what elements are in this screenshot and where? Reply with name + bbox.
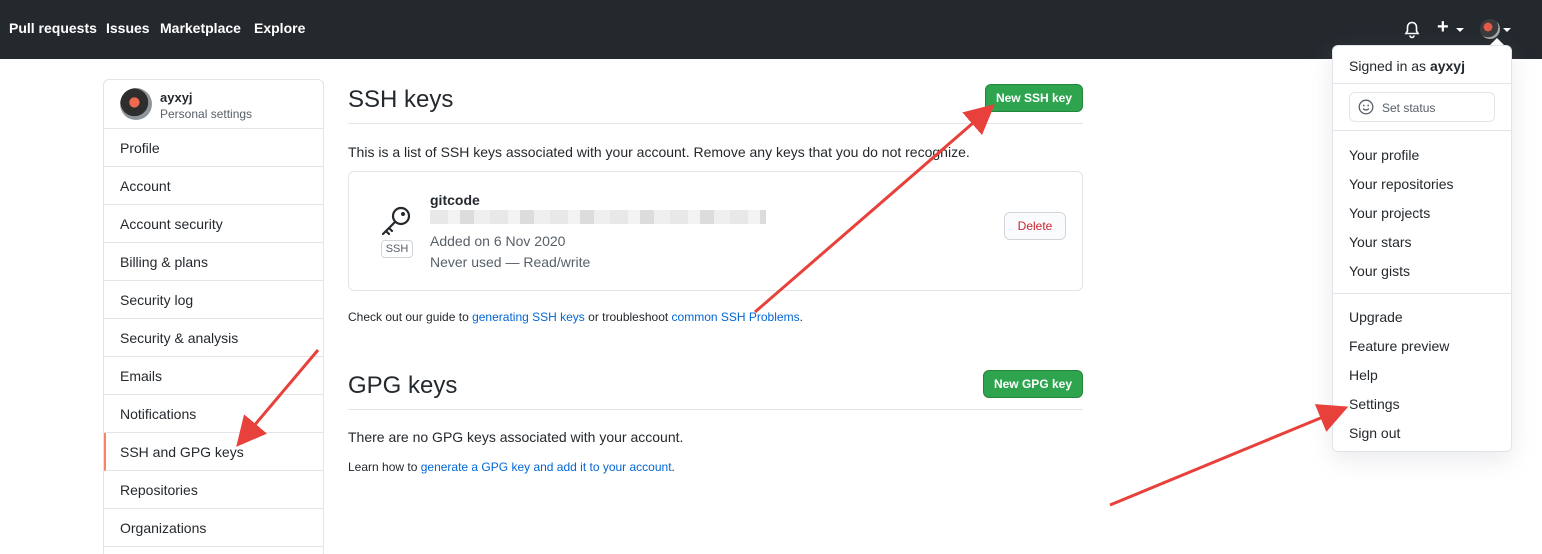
top-nav-bar: Pull requests Issues Marketplace Explore…: [0, 0, 1542, 59]
new-gpg-key-button[interactable]: New GPG key: [983, 370, 1083, 398]
guide-mid: or troubleshoot: [584, 310, 672, 324]
new-ssh-key-button[interactable]: New SSH key: [985, 84, 1083, 112]
divider: [1333, 130, 1511, 131]
sidebar-header: ayxyj Personal settings: [104, 80, 323, 129]
gpg-learn-text: Learn how to generate a GPG key and add …: [348, 460, 675, 474]
chevron-down-icon[interactable]: [1456, 28, 1464, 32]
learn-prefix: Learn how to: [348, 460, 421, 474]
menu-item-your-projects[interactable]: Your projects: [1349, 205, 1430, 221]
gpg-empty-text: There are no GPG keys associated with yo…: [348, 429, 684, 445]
sidebar-item-repositories[interactable]: Repositories: [104, 471, 323, 509]
settings-sidebar: ayxyj Personal settings Profile Account …: [103, 79, 324, 554]
sidebar-subtitle: Personal settings: [160, 107, 253, 121]
divider: [1333, 293, 1511, 294]
ssh-guide-text: Check out our guide to generating SSH ke…: [348, 310, 803, 324]
ssh-key-added: Added on 6 Nov 2020: [430, 233, 566, 249]
sidebar-item-emails[interactable]: Emails: [104, 357, 323, 395]
guide-suffix: .: [799, 310, 803, 324]
avatar[interactable]: [120, 88, 152, 120]
nav-issues[interactable]: Issues: [106, 20, 150, 36]
plus-icon[interactable]: +: [1437, 17, 1449, 37]
ssh-key-entry: [348, 171, 1083, 291]
sidebar-item-billing[interactable]: Billing & plans: [104, 243, 323, 281]
divider: [1333, 83, 1511, 84]
gpg-keys-heading: GPG keys: [348, 372, 458, 399]
ssh-key-usage: Never used — Read/write: [430, 254, 591, 270]
signed-in-as: Signed in as ayxyj: [1349, 58, 1465, 74]
smiley-icon: [1358, 99, 1374, 115]
sidebar-item-organizations[interactable]: Organizations: [104, 509, 323, 547]
generating-ssh-keys-link[interactable]: generating SSH keys: [472, 310, 585, 324]
menu-item-upgrade[interactable]: Upgrade: [1349, 309, 1403, 325]
nav-pull-requests[interactable]: Pull requests: [9, 20, 97, 36]
arrow-to-settings: [1109, 404, 1349, 507]
bell-icon[interactable]: [1404, 21, 1420, 39]
ssh-key-title: gitcode: [430, 192, 480, 208]
menu-item-sign-out[interactable]: Sign out: [1349, 425, 1400, 441]
menu-item-help[interactable]: Help: [1349, 367, 1378, 383]
sidebar-item-account-security[interactable]: Account security: [104, 205, 323, 243]
signed-in-username: ayxyj: [1429, 58, 1465, 74]
sidebar-item-profile[interactable]: Profile: [104, 129, 323, 167]
menu-item-your-gists[interactable]: Your gists: [1349, 263, 1410, 279]
divider: [348, 409, 1083, 410]
sidebar-item-account[interactable]: Account: [104, 167, 323, 205]
set-status-label: Set status: [1382, 101, 1436, 115]
divider: [348, 123, 1083, 124]
chevron-down-icon[interactable]: [1503, 28, 1511, 32]
common-ssh-problems-link[interactable]: common SSH Problems: [672, 310, 800, 324]
learn-suffix: .: [671, 460, 675, 474]
ssh-intro-text: This is a list of SSH keys associated wi…: [348, 144, 970, 160]
dropdown-caret: [1490, 38, 1504, 45]
delete-button[interactable]: Delete: [1004, 212, 1066, 240]
nav-explore[interactable]: Explore: [254, 20, 305, 36]
guide-prefix: Check out our guide to: [348, 310, 473, 324]
ssh-keys-heading: SSH keys: [348, 86, 454, 113]
key-icon: [381, 206, 411, 236]
menu-item-your-repositories[interactable]: Your repositories: [1349, 176, 1454, 192]
sidebar-item-ssh-gpg-keys[interactable]: SSH and GPG keys: [104, 433, 323, 471]
key-fingerprint-redacted: [430, 210, 766, 224]
generate-gpg-key-link[interactable]: generate a GPG key and add it to your ac…: [421, 460, 672, 474]
menu-item-feature-preview[interactable]: Feature preview: [1349, 338, 1449, 354]
ssh-badge: SSH: [381, 240, 413, 258]
sidebar-item-notifications[interactable]: Notifications: [104, 395, 323, 433]
menu-item-your-profile[interactable]: Your profile: [1349, 147, 1419, 163]
menu-item-settings[interactable]: Settings: [1349, 396, 1400, 412]
sidebar-item-security-log[interactable]: Security log: [104, 281, 323, 319]
menu-item-your-stars[interactable]: Your stars: [1349, 234, 1412, 250]
signed-in-prefix: Signed in as: [1349, 58, 1430, 74]
sidebar-username[interactable]: ayxyj: [160, 90, 193, 105]
sidebar-item-security-analysis[interactable]: Security & analysis: [104, 319, 323, 357]
avatar[interactable]: [1480, 19, 1500, 39]
nav-marketplace[interactable]: Marketplace: [160, 20, 241, 36]
